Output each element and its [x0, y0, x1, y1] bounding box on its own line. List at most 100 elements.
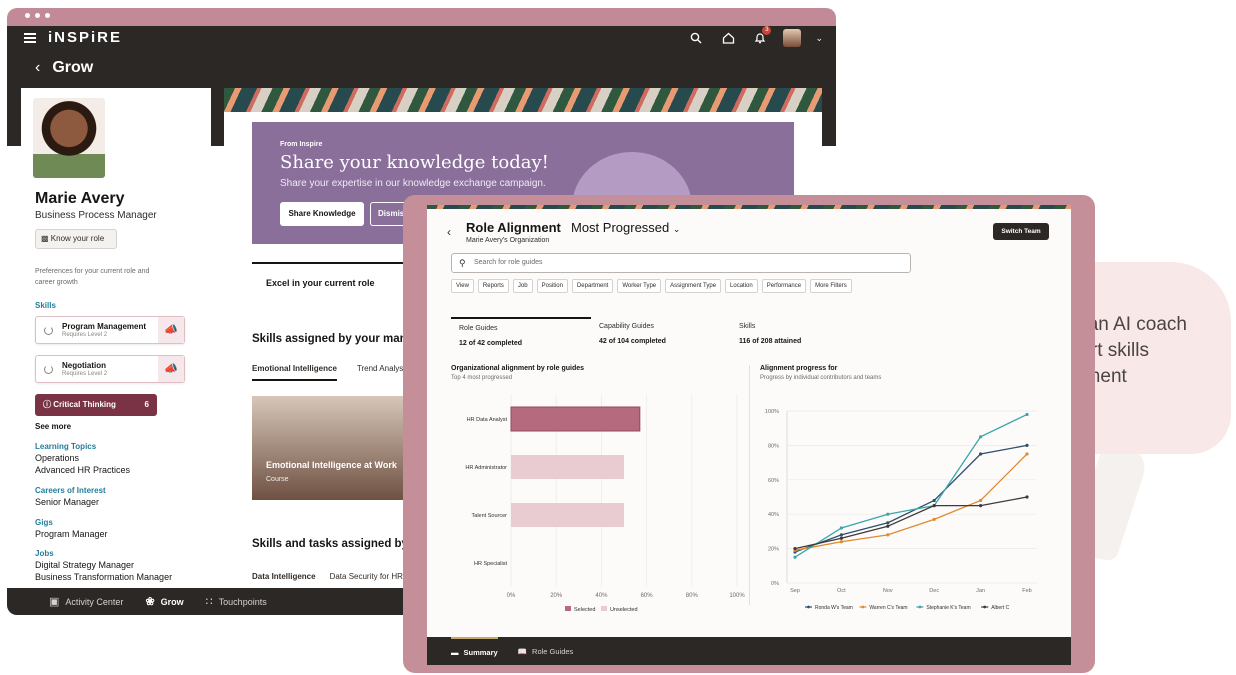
- x-tick-label: Feb: [1022, 588, 1031, 594]
- tab-data-intelligence[interactable]: Data Intelligence: [252, 572, 316, 581]
- megaphone-icon[interactable]: 📣: [158, 317, 184, 343]
- touchpoints-icon: ∷: [205, 596, 213, 608]
- data-point: [1025, 452, 1029, 456]
- learning-topic-item: Operations: [35, 453, 80, 463]
- mode-dropdown[interactable]: Most Progressed ⌄: [571, 220, 680, 235]
- tab-emotional-intelligence[interactable]: Emotional Intelligence: [252, 364, 337, 381]
- data-point: [979, 435, 983, 439]
- data-point: [932, 498, 936, 503]
- nav-grow[interactable]: ❀ Grow: [145, 595, 183, 608]
- y-tick-label: 20%: [768, 547, 779, 553]
- bar: [510, 406, 641, 432]
- filter-chip[interactable]: Location: [725, 279, 758, 293]
- y-category-label: HR Administrator: [465, 465, 507, 471]
- x-tick-label: Sep: [790, 588, 800, 594]
- profile-role: Business Process Manager: [35, 210, 157, 221]
- line-chart-subtitle: Progress by individual contributors and …: [760, 375, 882, 381]
- jobs-heading[interactable]: Jobs: [35, 549, 54, 558]
- x-tick-label: Oct: [837, 588, 846, 594]
- legend-label: Stephanie K's Team: [926, 605, 970, 611]
- know-your-role-button[interactable]: ▩ Know your role: [35, 229, 117, 249]
- tab-excel-current-role[interactable]: Excel in your current role: [252, 262, 422, 300]
- learning-topics-heading[interactable]: Learning Topics: [35, 442, 96, 451]
- banner-subtext: Share your expertise in our knowledge ex…: [280, 178, 546, 189]
- tab-trend-analysis[interactable]: Trend Analysis: [357, 364, 409, 381]
- metric-value: 12 of 42 completed: [459, 340, 523, 347]
- legend-swatch: [601, 606, 607, 611]
- switch-team-button[interactable]: Switch Team: [993, 223, 1049, 240]
- skill-name: Negotiation: [62, 361, 106, 370]
- see-more-link[interactable]: See more: [35, 421, 71, 433]
- filter-chips: View Reports Job Position Department Wor…: [451, 279, 852, 293]
- skills-heading[interactable]: Skills: [35, 301, 56, 310]
- profile-panel: Marie Avery Business Process Manager ▩ K…: [21, 88, 211, 588]
- metric-skills[interactable]: Skills 116 of 208 attained: [731, 317, 871, 355]
- metric-value: 116 of 208 attained: [739, 338, 802, 345]
- filter-chip[interactable]: Position: [536, 279, 568, 293]
- megaphone-icon[interactable]: 📣: [158, 356, 184, 382]
- skill-card[interactable]: Negotiation Requires Level 2 📣: [35, 355, 185, 383]
- bar: [511, 455, 624, 479]
- course-title: Emotional Intelligence at Work: [266, 460, 397, 470]
- search-icon[interactable]: [687, 29, 705, 47]
- tab-data-security[interactable]: Data Security for HR: [330, 572, 403, 581]
- nav-activity-center[interactable]: ▣ Activity Center: [49, 595, 123, 608]
- menu-icon[interactable]: [24, 33, 36, 43]
- progress-ring-icon: [44, 365, 53, 374]
- banner-from: From Inspire: [280, 141, 323, 148]
- back-icon[interactable]: ‹: [447, 225, 451, 239]
- filter-chip[interactable]: Reports: [477, 279, 509, 293]
- course-card[interactable]: Emotional Intelligence at Work Course: [252, 396, 412, 500]
- filter-chip[interactable]: Worker Type: [617, 279, 662, 293]
- legend-label: Unselected: [610, 607, 638, 613]
- filter-chip[interactable]: Performance: [761, 279, 807, 293]
- data-point: [886, 521, 890, 525]
- share-knowledge-button[interactable]: Share Knowledge: [280, 202, 364, 226]
- x-tick-label: 60%: [641, 593, 654, 599]
- nav-touchpoints[interactable]: ∷ Touchpoints: [206, 595, 267, 608]
- bar: [511, 503, 624, 527]
- grow-icon: ❀: [145, 596, 155, 608]
- bottom-nav: ▬ Summary 📖 Role Guides: [427, 637, 1071, 665]
- legend-marker: [918, 605, 922, 609]
- filter-chip[interactable]: Department: [571, 279, 614, 293]
- bell-icon[interactable]: 3: [751, 26, 772, 47]
- skill-card[interactable]: Program Management Requires Level 2 📣: [35, 316, 185, 344]
- y-tick-label: 100%: [765, 409, 779, 415]
- back-icon[interactable]: ‹: [35, 59, 40, 76]
- task-tabs: Data Intelligence Data Security for HR: [252, 572, 403, 581]
- filter-chip[interactable]: Job: [512, 279, 533, 293]
- nav-summary[interactable]: ▬ Summary: [451, 637, 498, 665]
- skill-level: Requires Level 2: [62, 332, 108, 338]
- search-input[interactable]: ⚲ Search for role guides: [451, 253, 911, 273]
- legend-label: Warren C's Team: [869, 605, 907, 611]
- search-icon: ⚲: [459, 258, 466, 268]
- critical-thinking-chip[interactable]: ⓘ Critical Thinking 6: [35, 394, 157, 416]
- page-title-text: Grow: [52, 59, 94, 76]
- user-avatar[interactable]: [783, 29, 802, 47]
- data-point: [839, 540, 843, 544]
- line-chart: 0% 20% 40% 60% 80% 100% Sep Oct Nov Dec Jan Feb Rond…: [765, 409, 1037, 611]
- data-point: [793, 547, 797, 551]
- metric-capability-guides[interactable]: Capability Guides 42 of 104 completed: [591, 317, 731, 355]
- notification-badge: 3: [762, 26, 772, 35]
- metric-value: 42 of 104 completed: [599, 338, 666, 345]
- bar-chart-title: Organizational alignment by role guides: [451, 365, 585, 372]
- home-icon[interactable]: [719, 29, 737, 47]
- y-category-label: HR Data Analyst: [467, 417, 508, 423]
- chevron-down-icon[interactable]: ⌄: [815, 33, 823, 44]
- filter-chip[interactable]: View: [451, 279, 474, 293]
- metric-role-guides[interactable]: Role Guides 12 of 42 completed: [451, 317, 591, 355]
- filter-chip[interactable]: Assignment Type: [665, 279, 722, 293]
- metric-label: Capability Guides: [599, 323, 654, 330]
- top-bar-icons: 3 ⌄: [687, 26, 823, 47]
- job-item: Business Transformation Manager: [35, 572, 173, 582]
- careers-heading[interactable]: Careers of Interest: [35, 486, 106, 495]
- nav-role-guides[interactable]: 📖 Role Guides: [518, 637, 574, 665]
- front-window: ‹ Role Alignment Most Progressed ⌄ Marie…: [403, 195, 1095, 673]
- chart-icon: ▩: [41, 234, 51, 243]
- gig-item: Program Manager: [35, 529, 108, 539]
- filter-chip[interactable]: More Filters: [810, 279, 852, 293]
- page-title: ‹ Grow: [35, 59, 93, 77]
- gigs-heading[interactable]: Gigs: [35, 518, 53, 527]
